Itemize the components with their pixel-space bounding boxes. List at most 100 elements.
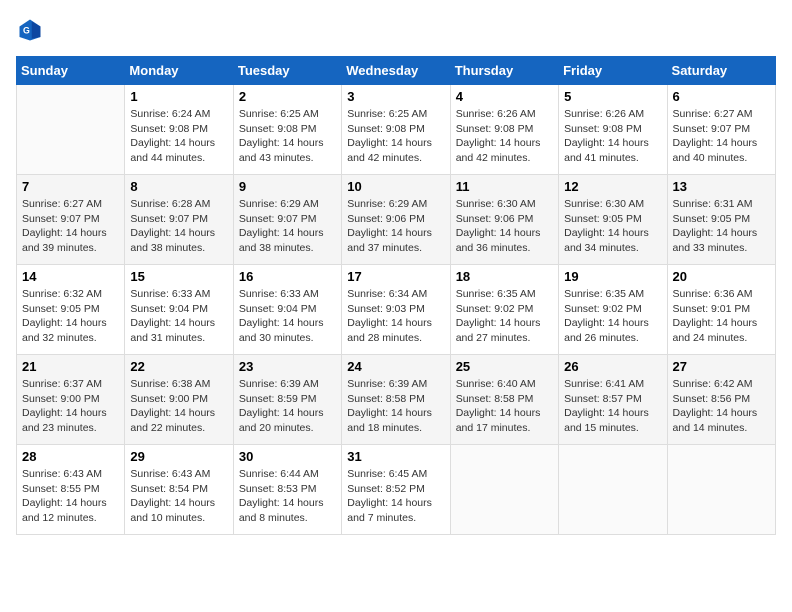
daylight-text: Daylight: 14 hours and 38 minutes. <box>130 226 227 255</box>
sunrise-text: Sunrise: 6:39 AM <box>239 377 336 392</box>
daylight-text: Daylight: 14 hours and 37 minutes. <box>347 226 444 255</box>
sunrise-text: Sunrise: 6:26 AM <box>564 107 661 122</box>
calendar-cell: 6 Sunrise: 6:27 AMSunset: 9:07 PMDaylight… <box>667 85 775 175</box>
daylight-text: Daylight: 14 hours and 44 minutes. <box>130 136 227 165</box>
sunset-text: Sunset: 9:08 PM <box>456 122 553 137</box>
calendar-cell: 20 Sunrise: 6:36 AMSunset: 9:01 PMDayligh… <box>667 265 775 355</box>
day-number: 22 <box>130 359 227 374</box>
day-info: Sunrise: 6:29 AMSunset: 9:07 PMDaylight:… <box>239 197 336 256</box>
calendar-week-row: 21Sunrise: 6:37 AMSunset: 9:00 PMDayligh… <box>17 355 776 445</box>
day-number: 27 <box>673 359 770 374</box>
sunrise-text: Sunrise: 6:29 AM <box>347 197 444 212</box>
day-info: Sunrise: 6:35 AMSunset: 9:02 PMDaylight:… <box>564 287 661 346</box>
sunrise-text: Sunrise: 6:32 AM <box>22 287 119 302</box>
daylight-text: Daylight: 14 hours and 41 minutes. <box>564 136 661 165</box>
daylight-text: Daylight: 14 hours and 23 minutes. <box>22 406 119 435</box>
day-number: 20 <box>673 269 770 284</box>
day-number: 11 <box>456 179 553 194</box>
sunset-text: Sunset: 9:00 PM <box>130 392 227 407</box>
day-info: Sunrise: 6:26 AMSunset: 9:08 PMDaylight:… <box>456 107 553 166</box>
sunrise-text: Sunrise: 6:36 AM <box>673 287 770 302</box>
day-number: 28 <box>22 449 119 464</box>
daylight-text: Daylight: 14 hours and 27 minutes. <box>456 316 553 345</box>
sunrise-text: Sunrise: 6:26 AM <box>456 107 553 122</box>
sunset-text: Sunset: 9:07 PM <box>239 212 336 227</box>
daylight-text: Daylight: 14 hours and 28 minutes. <box>347 316 444 345</box>
sunset-text: Sunset: 9:08 PM <box>347 122 444 137</box>
day-info: Sunrise: 6:28 AMSunset: 9:07 PMDaylight:… <box>130 197 227 256</box>
calendar-cell: 14 Sunrise: 6:32 AMSunset: 9:05 PMDayligh… <box>17 265 125 355</box>
weekday-header: Thursday <box>450 57 558 85</box>
sunrise-text: Sunrise: 6:25 AM <box>239 107 336 122</box>
sunset-text: Sunset: 9:07 PM <box>22 212 119 227</box>
sunrise-text: Sunrise: 6:40 AM <box>456 377 553 392</box>
calendar-cell: 8Sunrise: 6:28 AMSunset: 9:07 PMDaylight… <box>125 175 233 265</box>
daylight-text: Daylight: 14 hours and 38 minutes. <box>239 226 336 255</box>
calendar-cell: 23Sunrise: 6:39 AMSunset: 8:59 PMDayligh… <box>233 355 341 445</box>
calendar-cell: 27Sunrise: 6:42 AMSunset: 8:56 PMDayligh… <box>667 355 775 445</box>
daylight-text: Daylight: 14 hours and 15 minutes. <box>564 406 661 435</box>
calendar-cell: 24Sunrise: 6:39 AMSunset: 8:58 PMDayligh… <box>342 355 450 445</box>
sunset-text: Sunset: 9:05 PM <box>22 302 119 317</box>
logo: G <box>16 16 48 44</box>
daylight-text: Daylight: 14 hours and 43 minutes. <box>239 136 336 165</box>
weekday-header: Tuesday <box>233 57 341 85</box>
day-info: Sunrise: 6:27 AMSunset: 9:07 PMDaylight:… <box>673 107 770 166</box>
day-number: 1 <box>130 89 227 104</box>
day-info: Sunrise: 6:33 AMSunset: 9:04 PMDaylight:… <box>239 287 336 346</box>
calendar-week-row: 28Sunrise: 6:43 AMSunset: 8:55 PMDayligh… <box>17 445 776 535</box>
sunset-text: Sunset: 8:53 PM <box>239 482 336 497</box>
sunset-text: Sunset: 9:07 PM <box>130 212 227 227</box>
day-number: 18 <box>456 269 553 284</box>
daylight-text: Daylight: 14 hours and 26 minutes. <box>564 316 661 345</box>
sunset-text: Sunset: 8:56 PM <box>673 392 770 407</box>
day-info: Sunrise: 6:31 AMSunset: 9:05 PMDaylight:… <box>673 197 770 256</box>
daylight-text: Daylight: 14 hours and 36 minutes. <box>456 226 553 255</box>
sunrise-text: Sunrise: 6:43 AM <box>22 467 119 482</box>
sunrise-text: Sunrise: 6:27 AM <box>673 107 770 122</box>
page-header: G <box>16 16 776 44</box>
day-number: 19 <box>564 269 661 284</box>
sunrise-text: Sunrise: 6:37 AM <box>22 377 119 392</box>
sunrise-text: Sunrise: 6:35 AM <box>564 287 661 302</box>
day-number: 2 <box>239 89 336 104</box>
calendar-cell: 15Sunrise: 6:33 AMSunset: 9:04 PMDayligh… <box>125 265 233 355</box>
day-info: Sunrise: 6:36 AMSunset: 9:01 PMDaylight:… <box>673 287 770 346</box>
day-number: 13 <box>673 179 770 194</box>
sunrise-text: Sunrise: 6:43 AM <box>130 467 227 482</box>
day-info: Sunrise: 6:27 AMSunset: 9:07 PMDaylight:… <box>22 197 119 256</box>
calendar-cell: 10Sunrise: 6:29 AMSunset: 9:06 PMDayligh… <box>342 175 450 265</box>
daylight-text: Daylight: 14 hours and 32 minutes. <box>22 316 119 345</box>
sunset-text: Sunset: 9:00 PM <box>22 392 119 407</box>
weekday-header: Wednesday <box>342 57 450 85</box>
calendar-cell: 4Sunrise: 6:26 AMSunset: 9:08 PMDaylight… <box>450 85 558 175</box>
daylight-text: Daylight: 14 hours and 12 minutes. <box>22 496 119 525</box>
sunset-text: Sunset: 9:04 PM <box>239 302 336 317</box>
day-info: Sunrise: 6:39 AMSunset: 8:58 PMDaylight:… <box>347 377 444 436</box>
day-info: Sunrise: 6:25 AMSunset: 9:08 PMDaylight:… <box>347 107 444 166</box>
day-info: Sunrise: 6:29 AMSunset: 9:06 PMDaylight:… <box>347 197 444 256</box>
day-number: 17 <box>347 269 444 284</box>
day-number: 5 <box>564 89 661 104</box>
day-number: 14 <box>22 269 119 284</box>
calendar-cell: 21Sunrise: 6:37 AMSunset: 9:00 PMDayligh… <box>17 355 125 445</box>
daylight-text: Daylight: 14 hours and 24 minutes. <box>673 316 770 345</box>
weekday-header: Sunday <box>17 57 125 85</box>
calendar-cell <box>17 85 125 175</box>
sunrise-text: Sunrise: 6:27 AM <box>22 197 119 212</box>
day-number: 6 <box>673 89 770 104</box>
calendar-cell: 19 Sunrise: 6:35 AMSunset: 9:02 PMDayligh… <box>559 265 667 355</box>
sunset-text: Sunset: 8:58 PM <box>456 392 553 407</box>
day-number: 31 <box>347 449 444 464</box>
day-number: 15 <box>130 269 227 284</box>
day-number: 25 <box>456 359 553 374</box>
sunrise-text: Sunrise: 6:31 AM <box>673 197 770 212</box>
day-info: Sunrise: 6:30 AMSunset: 9:05 PMDaylight:… <box>564 197 661 256</box>
sunrise-text: Sunrise: 6:44 AM <box>239 467 336 482</box>
daylight-text: Daylight: 14 hours and 17 minutes. <box>456 406 553 435</box>
calendar-cell: 22Sunrise: 6:38 AMSunset: 9:00 PMDayligh… <box>125 355 233 445</box>
calendar-cell: 28Sunrise: 6:43 AMSunset: 8:55 PMDayligh… <box>17 445 125 535</box>
sunset-text: Sunset: 9:03 PM <box>347 302 444 317</box>
day-info: Sunrise: 6:37 AMSunset: 9:00 PMDaylight:… <box>22 377 119 436</box>
weekday-header: Saturday <box>667 57 775 85</box>
